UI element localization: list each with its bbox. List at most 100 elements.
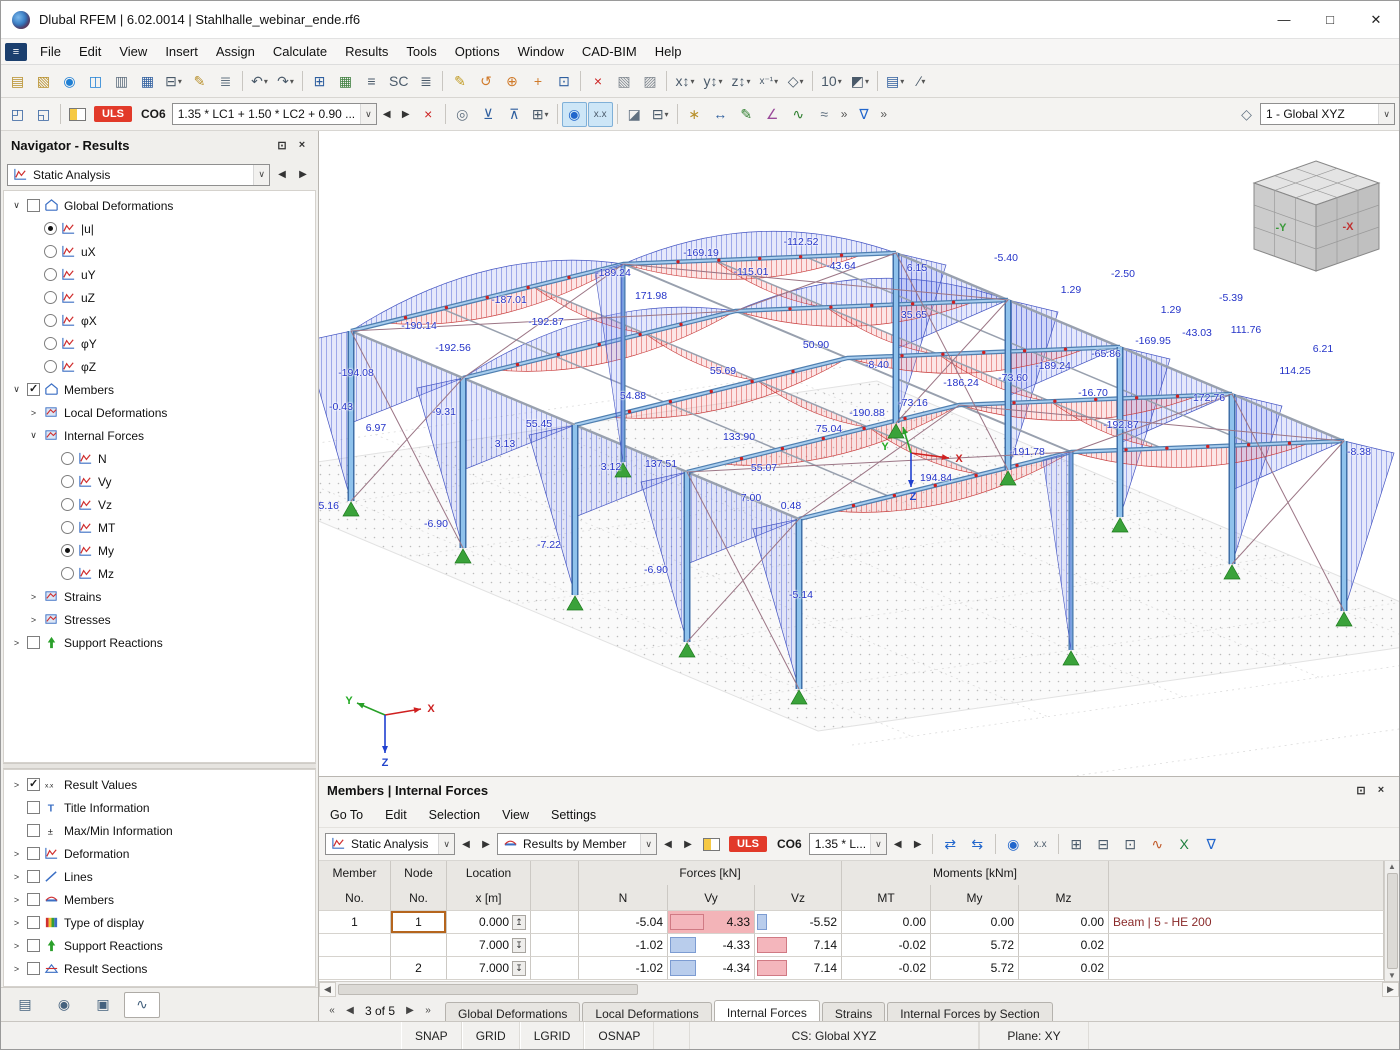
- prev-combo-button[interactable]: ◀: [889, 832, 907, 857]
- checkbox[interactable]: [27, 847, 40, 860]
- tree-item-uz[interactable]: uZ: [4, 286, 315, 309]
- menu-item-calculate[interactable]: Calculate: [264, 39, 336, 64]
- coordinate-system-combo[interactable]: 1 - Global XYZ ∨: [1260, 103, 1395, 125]
- tree-item--x[interactable]: φX: [4, 309, 315, 332]
- status-toggle-snap[interactable]: SNAP: [401, 1022, 462, 1049]
- radio-button[interactable]: [44, 291, 57, 304]
- checkbox[interactable]: [27, 636, 40, 649]
- col-member-no[interactable]: No.: [319, 885, 391, 911]
- checkbox[interactable]: [27, 916, 40, 929]
- document-menu-icon[interactable]: ≡: [5, 42, 27, 61]
- expander-icon[interactable]: >: [10, 941, 23, 951]
- format-painter-button[interactable]: ✎: [734, 102, 759, 127]
- menu-item-assign[interactable]: Assign: [207, 39, 264, 64]
- scroll-up-icon[interactable]: ▲: [1388, 862, 1396, 871]
- menu-item-cadbim[interactable]: CAD-BIM: [573, 39, 646, 64]
- undo-button[interactable]: ↶ ▾: [247, 69, 272, 94]
- prev-load-case-button[interactable]: ◀: [378, 102, 396, 127]
- col-member[interactable]: Member: [319, 861, 391, 885]
- overflow-chevron[interactable]: »: [880, 107, 887, 121]
- table-settings-button[interactable]: ⊞: [1064, 832, 1089, 857]
- show-results-toggle[interactable]: ◉: [561, 101, 587, 127]
- prev-mode-button[interactable]: ◀: [659, 832, 677, 857]
- spreadsheet-button[interactable]: ▦: [333, 69, 358, 94]
- close-panel-icon[interactable]: ×: [292, 136, 312, 154]
- show-supports-button[interactable]: ⊻: [476, 102, 501, 127]
- next-analysis-button[interactable]: ▶: [477, 832, 495, 857]
- show-loads-button[interactable]: ⊼: [502, 102, 527, 127]
- table-row[interactable]: 2 7.000 ↧ -1.02 -4.34 7.14 -0.02 5.72 0.02: [319, 957, 1384, 980]
- navigator-display-tab[interactable]: ◉: [46, 992, 82, 1018]
- dlubal-online-button[interactable]: ◉: [57, 69, 82, 94]
- next-table-button[interactable]: ▶: [401, 1001, 419, 1021]
- tree-item-result-sections[interactable]: > Result Sections: [4, 957, 315, 980]
- table-row[interactable]: 7.000 ↧ -1.02 -4.33 7.14 -0.02 5.72 0.02: [319, 934, 1384, 957]
- first-table-button[interactable]: «: [323, 1001, 341, 1021]
- n-value-cell[interactable]: -1.02: [579, 957, 668, 980]
- view-cube-icon[interactable]: ◇: [1234, 102, 1259, 127]
- expander-icon[interactable]: >: [10, 895, 23, 905]
- vy-value-cell[interactable]: 4.33: [668, 911, 755, 934]
- radio-button[interactable]: [61, 452, 74, 465]
- tree-item-ux[interactable]: uX: [4, 240, 315, 263]
- menu-item-file[interactable]: File: [31, 39, 70, 64]
- member-no-cell[interactable]: [319, 957, 391, 980]
- work-plane-status[interactable]: Plane: XY: [979, 1022, 1089, 1049]
- result-tables-button[interactable]: ⊞ ▾: [528, 102, 553, 127]
- visibility-mode-button[interactable]: ◩ ▾: [847, 69, 873, 94]
- member-description-cell[interactable]: [1109, 957, 1384, 980]
- edit-notes-button[interactable]: ✎: [187, 69, 212, 94]
- tree-item-support-reactions[interactable]: > Support Reactions: [4, 631, 315, 654]
- report-button[interactable]: ≣: [213, 69, 238, 94]
- col-mt[interactable]: MT: [842, 885, 931, 911]
- menu-item-edit[interactable]: Edit: [70, 39, 110, 64]
- prev-analysis-button[interactable]: ◀: [457, 832, 475, 857]
- radio-button[interactable]: [61, 475, 74, 488]
- col-location[interactable]: Location: [447, 861, 531, 885]
- results-mode-combo[interactable]: Results by Member ∨: [497, 833, 657, 855]
- tree-item-strains[interactable]: > Strains: [4, 585, 315, 608]
- table-menu-view[interactable]: View: [491, 808, 540, 822]
- tree-item-members[interactable]: > Members: [4, 888, 315, 911]
- tree-item-internal-forces[interactable]: ∨ Internal Forces: [4, 424, 315, 447]
- overflow-chevron[interactable]: »: [841, 107, 848, 121]
- checkbox[interactable]: [27, 870, 40, 883]
- table-menu-goto[interactable]: Go To: [319, 808, 374, 822]
- tree-item-lines[interactable]: > Lines: [4, 865, 315, 888]
- n-value-cell[interactable]: -5.04: [579, 911, 668, 934]
- load-combination-combo[interactable]: 1.35 * L... ∨: [808, 833, 887, 855]
- table-vertical-scrollbar[interactable]: ▲ ▼: [1384, 861, 1399, 981]
- menu-item-insert[interactable]: Insert: [156, 39, 207, 64]
- expander-icon[interactable]: >: [10, 964, 23, 974]
- tree-item--z[interactable]: φZ: [4, 355, 315, 378]
- isometric-view-button[interactable]: ◇ ▾: [783, 69, 808, 94]
- node-no-cell[interactable]: 1: [391, 911, 447, 934]
- float-table-icon[interactable]: ⊡: [1351, 781, 1371, 799]
- last-table-button[interactable]: »: [419, 1001, 437, 1021]
- expander-icon[interactable]: >: [10, 638, 23, 648]
- analysis-type-combo[interactable]: Static Analysis ∨: [7, 163, 270, 186]
- member-description-cell[interactable]: [1109, 934, 1384, 957]
- hscroll-thumb[interactable]: [338, 984, 638, 995]
- col-node-no[interactable]: No.: [391, 885, 447, 911]
- float-panel-icon[interactable]: ⊡: [272, 136, 292, 154]
- scroll-right-icon[interactable]: ▶: [1382, 982, 1399, 997]
- n-value-cell[interactable]: -1.02: [579, 934, 668, 957]
- expander-icon[interactable]: >: [10, 918, 23, 928]
- dimension-button[interactable]: ↔: [708, 102, 733, 127]
- radio-button[interactable]: [44, 314, 57, 327]
- view-minus-x-button[interactable]: x⁻¹ ▾: [756, 69, 783, 94]
- navigator-views-tab[interactable]: ▣: [85, 992, 121, 1018]
- location-cell[interactable]: 0.000 ↥: [447, 911, 531, 934]
- tree-item-support-reactions[interactable]: > Support Reactions: [4, 934, 315, 957]
- printout-report-button[interactable]: ≡: [359, 69, 384, 94]
- tree-item-uy[interactable]: uY: [4, 263, 315, 286]
- navigator-results-tab[interactable]: ∿: [124, 991, 160, 1018]
- analysis-type-combo[interactable]: Static Analysis ∨: [325, 833, 455, 855]
- my-value-cell[interactable]: 5.72: [931, 934, 1019, 957]
- line-grid-button[interactable]: ∕ ▾: [909, 69, 934, 94]
- next-combo-button[interactable]: ▶: [909, 832, 927, 857]
- mz-value-cell[interactable]: 0.00: [1019, 911, 1109, 934]
- solid-view-button[interactable]: ▧: [611, 69, 636, 94]
- tree-item-result-values[interactable]: > x.x Result Values: [4, 773, 315, 796]
